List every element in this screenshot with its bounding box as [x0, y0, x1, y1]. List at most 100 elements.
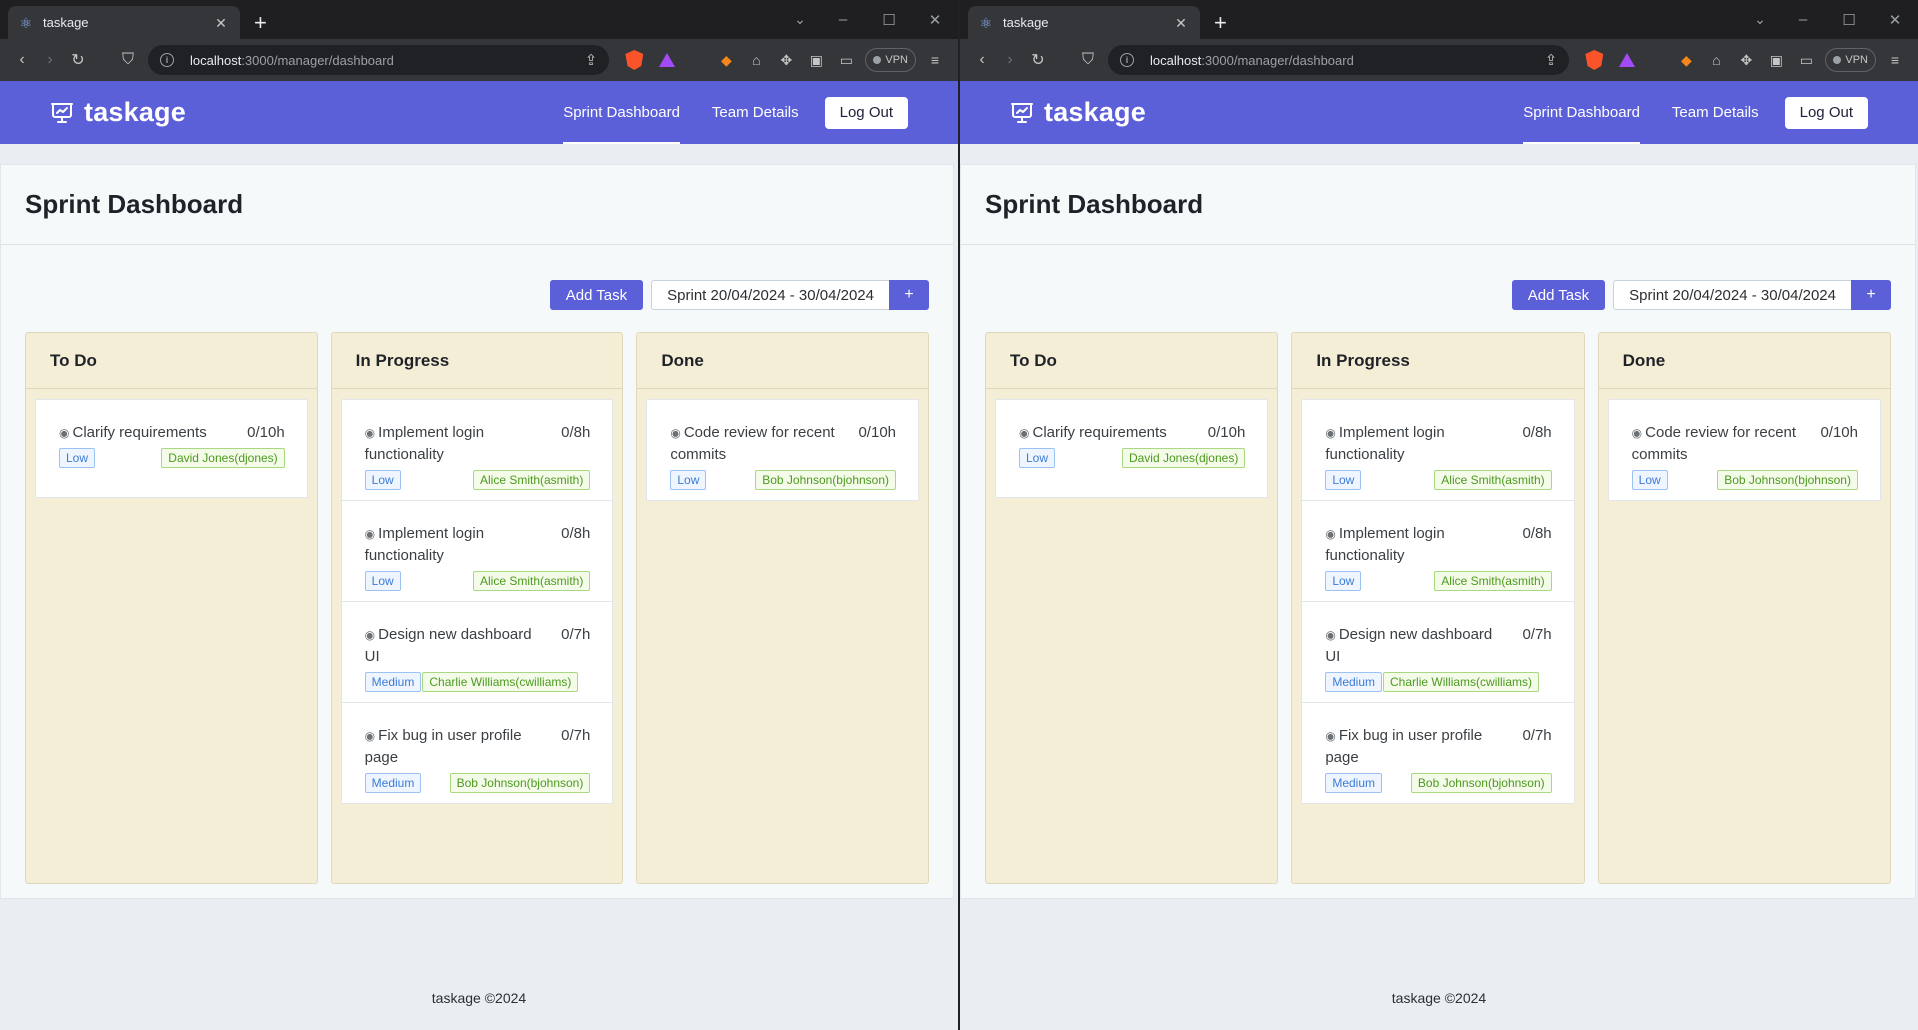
task-card[interactable]: ◉ Design new dashboard UI 0/7h Medium Charli…: [1302, 602, 1574, 703]
task-card[interactable]: ◉ Code review for recent commits 0/10h Low B…: [1609, 400, 1880, 500]
eye-icon[interactable]: ◉: [365, 527, 375, 541]
new-tab-icon[interactable]: +: [254, 6, 267, 39]
eye-icon[interactable]: ◉: [1632, 426, 1642, 440]
task-header: ◉ Implement login functionality 0/8h: [365, 422, 591, 466]
share-icon[interactable]: ⇪: [585, 51, 598, 69]
metamask-fox-icon[interactable]: ◆: [711, 52, 741, 69]
back-icon[interactable]: ‹: [8, 46, 36, 74]
sidebar-icon[interactable]: ▣: [801, 52, 831, 69]
browser-tab[interactable]: ⚛ taskage ✕: [968, 6, 1200, 39]
brand-logo[interactable]: taskage: [1010, 97, 1146, 128]
forward-icon[interactable]: ›: [996, 46, 1024, 74]
bookmark-icon[interactable]: ⛉: [1074, 46, 1102, 74]
task-card[interactable]: ◉ Design new dashboard UI 0/7h Medium Charli…: [341, 602, 613, 703]
window-close-icon[interactable]: ✕: [912, 11, 958, 29]
site-info-icon[interactable]: i: [1120, 53, 1134, 67]
task-card[interactable]: ◉ Fix bug in user profile page 0/7h Medium B…: [342, 703, 613, 803]
sidebar-icon[interactable]: ▣: [1761, 52, 1791, 69]
task-card[interactable]: ◉ Implement login functionality 0/8h Low Ali…: [1302, 400, 1574, 501]
task-tags: Low Alice Smith(asmith): [1325, 571, 1552, 591]
metamask-fox-icon[interactable]: ◆: [1671, 52, 1701, 69]
logout-button[interactable]: Log Out: [1784, 96, 1868, 129]
sprint-select[interactable]: Sprint 20/04/2024 - 30/04/2024: [651, 280, 889, 310]
task-card[interactable]: ◉ Fix bug in user profile page 0/7h Medium B…: [1302, 703, 1573, 803]
nav-sprint-dashboard[interactable]: Sprint Dashboard: [1523, 81, 1640, 144]
tab-close-icon[interactable]: ✕: [1172, 14, 1190, 32]
vpn-button[interactable]: VPN: [865, 48, 916, 72]
address-bar[interactable]: i localhost:3000/manager/dashboard ⇪: [1108, 45, 1570, 75]
window-close-icon[interactable]: ✕: [1872, 11, 1918, 29]
priority-badge: Low: [1019, 448, 1056, 468]
eye-icon[interactable]: ◉: [1325, 426, 1335, 440]
eye-icon[interactable]: ◉: [670, 426, 680, 440]
add-sprint-button[interactable]: +: [889, 280, 929, 310]
menu-icon[interactable]: ≡: [1880, 52, 1910, 68]
maximize-icon[interactable]: ☐: [1826, 11, 1872, 29]
extension-translate-icon[interactable]: ⌂: [1701, 52, 1731, 68]
brave-shields-icon[interactable]: [625, 50, 644, 70]
task-card[interactable]: ◉ Implement login functionality 0/8h Low Ali…: [1302, 501, 1574, 602]
eye-icon[interactable]: ◉: [365, 426, 375, 440]
brave-rewards-icon[interactable]: [1619, 53, 1636, 67]
task-card[interactable]: ◉ Implement login functionality 0/8h Low Ali…: [341, 400, 613, 501]
task-tags: Low Bob Johnson(bjohnson): [670, 470, 897, 490]
menu-icon[interactable]: ≡: [920, 52, 950, 68]
nav-team-details[interactable]: Team Details: [1672, 81, 1759, 144]
eye-icon[interactable]: ◉: [1325, 628, 1335, 642]
task-name: ◉ Clarify requirements: [1019, 422, 1167, 444]
eye-icon[interactable]: ◉: [365, 729, 375, 743]
task-card[interactable]: ◉ Clarify requirements 0/10h Low David Jones…: [996, 400, 1267, 497]
nav-sprint-dashboard[interactable]: Sprint Dashboard: [563, 81, 680, 144]
task-hours: 0/8h: [1522, 525, 1552, 542]
tab-close-icon[interactable]: ✕: [212, 14, 230, 32]
brand-logo[interactable]: taskage: [50, 97, 186, 128]
eye-icon[interactable]: ◉: [1325, 527, 1335, 541]
add-task-button[interactable]: Add Task: [1511, 280, 1606, 310]
task-hours: 0/10h: [247, 424, 285, 441]
vpn-button[interactable]: VPN: [1825, 48, 1876, 72]
task-card[interactable]: ◉ Clarify requirements 0/10h Low David Jones…: [36, 400, 307, 497]
page-footer: taskage ©2024: [431, 990, 527, 1006]
kanban-board: To Do ◉ Clarify requirements 0/10h Low David …: [1, 332, 953, 884]
reload-icon[interactable]: ↻: [64, 46, 92, 74]
maximize-icon[interactable]: ☐: [866, 11, 912, 29]
browser-tab[interactable]: ⚛ taskage ✕: [8, 6, 240, 39]
new-tab-icon[interactable]: +: [1214, 6, 1227, 39]
extensions-puzzle-icon[interactable]: ✥: [771, 52, 801, 69]
tab-search-chevron-icon[interactable]: ⌄: [780, 11, 820, 28]
share-icon[interactable]: ⇪: [1545, 51, 1558, 69]
add-task-button[interactable]: Add Task: [549, 280, 644, 310]
task-card[interactable]: ◉ Implement login functionality 0/8h Low Ali…: [341, 501, 613, 602]
task-name-text: Implement login functionality: [364, 424, 485, 463]
priority-badge: Low: [1325, 470, 1362, 490]
nav-team-details[interactable]: Team Details: [712, 81, 799, 144]
reload-icon[interactable]: ↻: [1024, 46, 1052, 74]
assignee-badge: Bob Johnson(bjohnson): [755, 470, 897, 490]
bookmark-icon[interactable]: ⛉: [114, 46, 142, 74]
tab-search-chevron-icon[interactable]: ⌄: [1740, 11, 1780, 28]
sprint-select[interactable]: Sprint 20/04/2024 - 30/04/2024: [1613, 280, 1851, 310]
minimize-icon[interactable]: –: [820, 11, 866, 28]
eye-icon[interactable]: ◉: [1019, 426, 1029, 440]
wallet-icon[interactable]: ▭: [831, 52, 861, 69]
add-sprint-button[interactable]: +: [1851, 280, 1891, 310]
back-icon[interactable]: ‹: [968, 46, 996, 74]
address-bar[interactable]: i localhost:3000/manager/dashboard ⇪: [148, 45, 610, 75]
assignee-badge: Charlie Williams(cwilliams): [1383, 672, 1540, 692]
kanban-board: To Do ◉ Clarify requirements 0/10h Low David …: [961, 332, 1915, 884]
eye-icon[interactable]: ◉: [59, 426, 69, 440]
wallet-icon[interactable]: ▭: [1791, 52, 1821, 69]
eye-icon[interactable]: ◉: [365, 628, 375, 642]
task-name: ◉ Design new dashboard UI: [1325, 624, 1497, 668]
minimize-icon[interactable]: –: [1780, 11, 1826, 28]
extension-translate-icon[interactable]: ⌂: [741, 52, 771, 68]
logout-button[interactable]: Log Out: [824, 96, 908, 129]
task-header: ◉ Design new dashboard UI 0/7h: [365, 624, 591, 668]
brave-shields-icon[interactable]: [1585, 50, 1604, 70]
extensions-puzzle-icon[interactable]: ✥: [1731, 52, 1761, 69]
task-card[interactable]: ◉ Code review for recent commits 0/10h Low B…: [647, 400, 918, 500]
brave-rewards-icon[interactable]: [659, 53, 676, 67]
eye-icon[interactable]: ◉: [1325, 729, 1335, 743]
forward-icon[interactable]: ›: [36, 46, 64, 74]
site-info-icon[interactable]: i: [160, 53, 174, 67]
